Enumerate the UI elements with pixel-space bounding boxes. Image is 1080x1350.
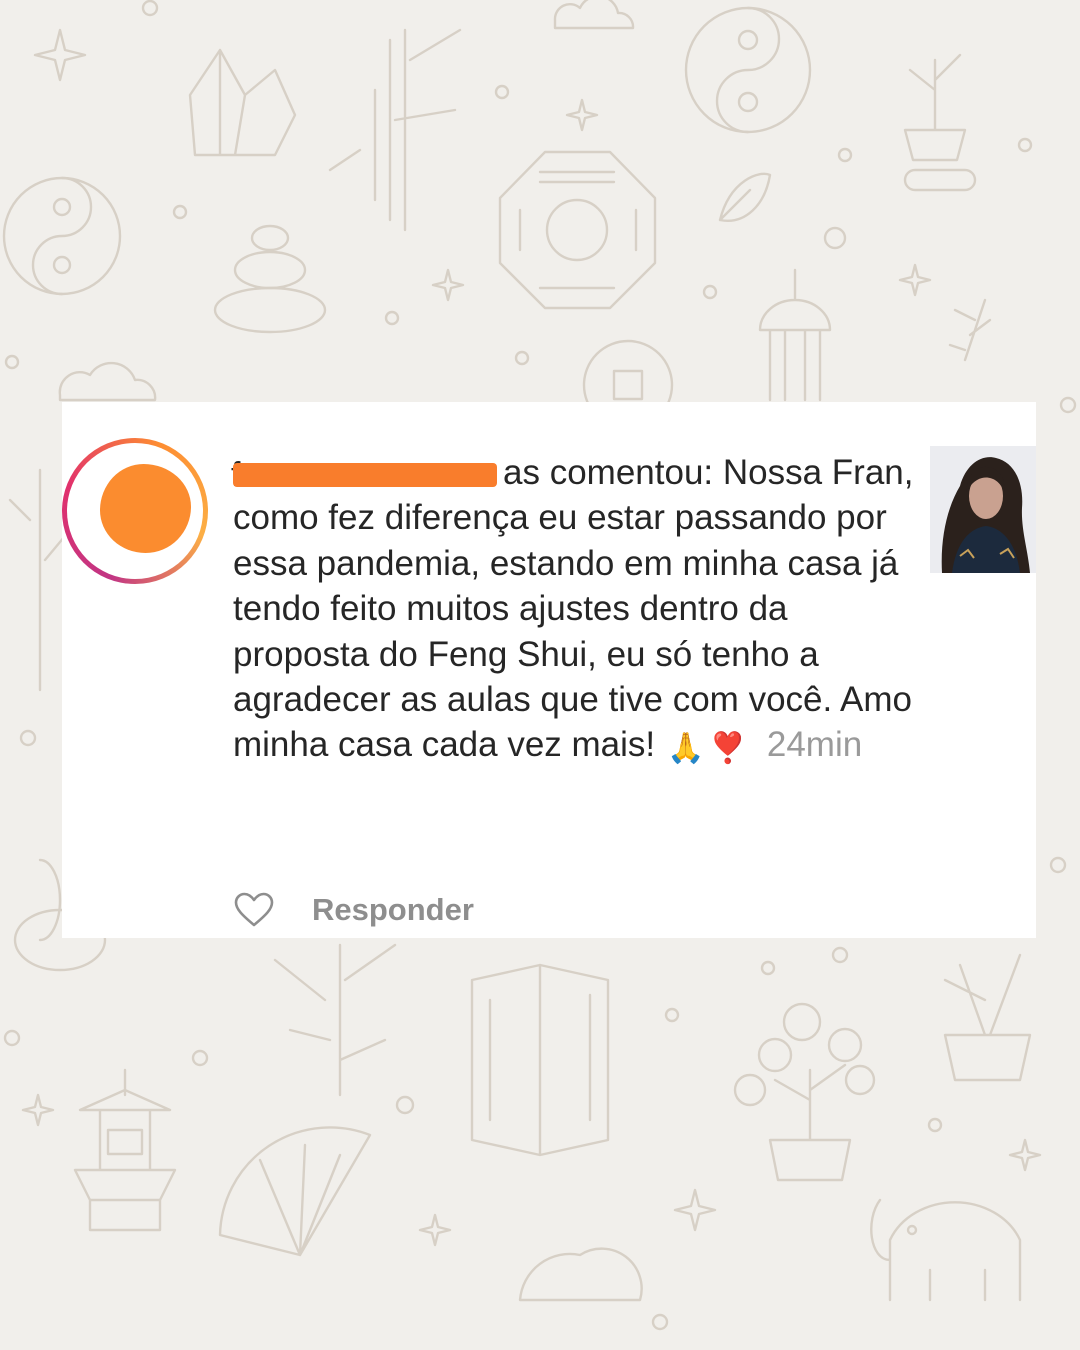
- redaction-strip: [233, 462, 497, 487]
- yin-yang-icon: [684, 6, 812, 134]
- bamboo-icon: [8, 468, 72, 692]
- post-thumbnail[interactable]: [930, 446, 1036, 573]
- heart-outline-icon[interactable]: [234, 892, 274, 928]
- reply-button[interactable]: Responder: [312, 892, 474, 928]
- wind-chime-icon: [758, 268, 832, 402]
- heart-exclamation-icon: ❣️: [709, 732, 747, 766]
- potted-plant-icon: [943, 953, 1032, 1082]
- comment-action: comentou:: [549, 453, 714, 492]
- redacted-username[interactable]: f: [231, 456, 497, 494]
- comment-text: Nossa Fran, como fez diferença eu estar …: [233, 453, 914, 765]
- crystal-icon: [188, 48, 297, 157]
- money-tree-icon: [733, 1002, 876, 1182]
- avatar-redaction: [100, 464, 191, 553]
- comment-body: f as comentou: Nossa Fran, como fez dife…: [231, 450, 923, 772]
- door-icon: [470, 963, 610, 1157]
- pagoda-lantern-icon: [73, 1068, 177, 1232]
- yin-yang-icon: [2, 176, 122, 296]
- comment-actions: Responder: [234, 890, 474, 930]
- avatar-inner: [67, 443, 203, 579]
- username-visible-suffix: as: [503, 453, 540, 492]
- elephant-icon: [870, 1198, 1022, 1302]
- zen-stones-icon: [213, 224, 327, 334]
- potted-plant-icon: [903, 53, 977, 192]
- avatar[interactable]: [62, 438, 208, 584]
- instagram-comment-card: f as comentou: Nossa Fran, como fez dife…: [62, 402, 1036, 938]
- bamboo-icon: [328, 28, 462, 232]
- folding-fan-icon: [218, 1126, 372, 1257]
- leaf-icon: [718, 172, 992, 362]
- bagua-icon: [498, 150, 657, 310]
- praying-hands-icon: 🙏: [667, 732, 705, 766]
- comment-timestamp: 24min: [766, 725, 863, 765]
- bamboo-icon: [273, 943, 397, 1097]
